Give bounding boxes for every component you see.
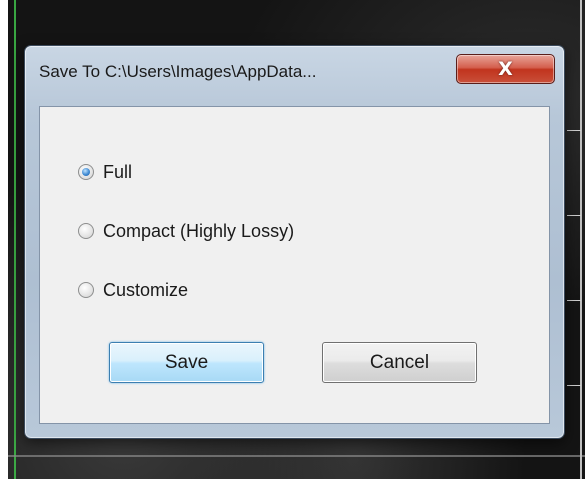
dialog-client-area: Full Compact (Highly Lossy) Customize Sa… bbox=[39, 106, 550, 424]
radio-option-compact[interactable]: Compact (Highly Lossy) bbox=[78, 218, 294, 244]
save-dialog: Save To C:\Users\Images\AppData... X Ful… bbox=[24, 45, 565, 439]
radio-button-full[interactable] bbox=[78, 164, 94, 180]
vertical-guide-line bbox=[14, 0, 16, 479]
radio-label-compact: Compact (Highly Lossy) bbox=[103, 220, 295, 241]
cancel-button[interactable]: Cancel bbox=[322, 342, 477, 383]
radio-label-full: Full bbox=[103, 161, 133, 182]
dialog-title: Save To C:\Users\Images\AppData... bbox=[39, 62, 317, 81]
radio-label-customize: Customize bbox=[103, 279, 189, 300]
ruler-tick bbox=[567, 300, 581, 301]
horizontal-guide-line bbox=[8, 455, 585, 457]
radio-option-customize[interactable]: Customize bbox=[78, 277, 188, 303]
close-icon: X bbox=[498, 58, 513, 80]
close-button[interactable]: X bbox=[456, 54, 555, 84]
radio-button-customize[interactable] bbox=[78, 282, 94, 298]
ruler-tick bbox=[567, 385, 581, 386]
ruler-tick bbox=[567, 130, 581, 131]
ruler-tick bbox=[567, 215, 581, 216]
save-button[interactable]: Save bbox=[109, 342, 264, 383]
radio-button-compact[interactable] bbox=[78, 223, 94, 239]
radio-option-full[interactable]: Full bbox=[78, 159, 132, 185]
viewer-ruler-edge bbox=[580, 0, 582, 479]
